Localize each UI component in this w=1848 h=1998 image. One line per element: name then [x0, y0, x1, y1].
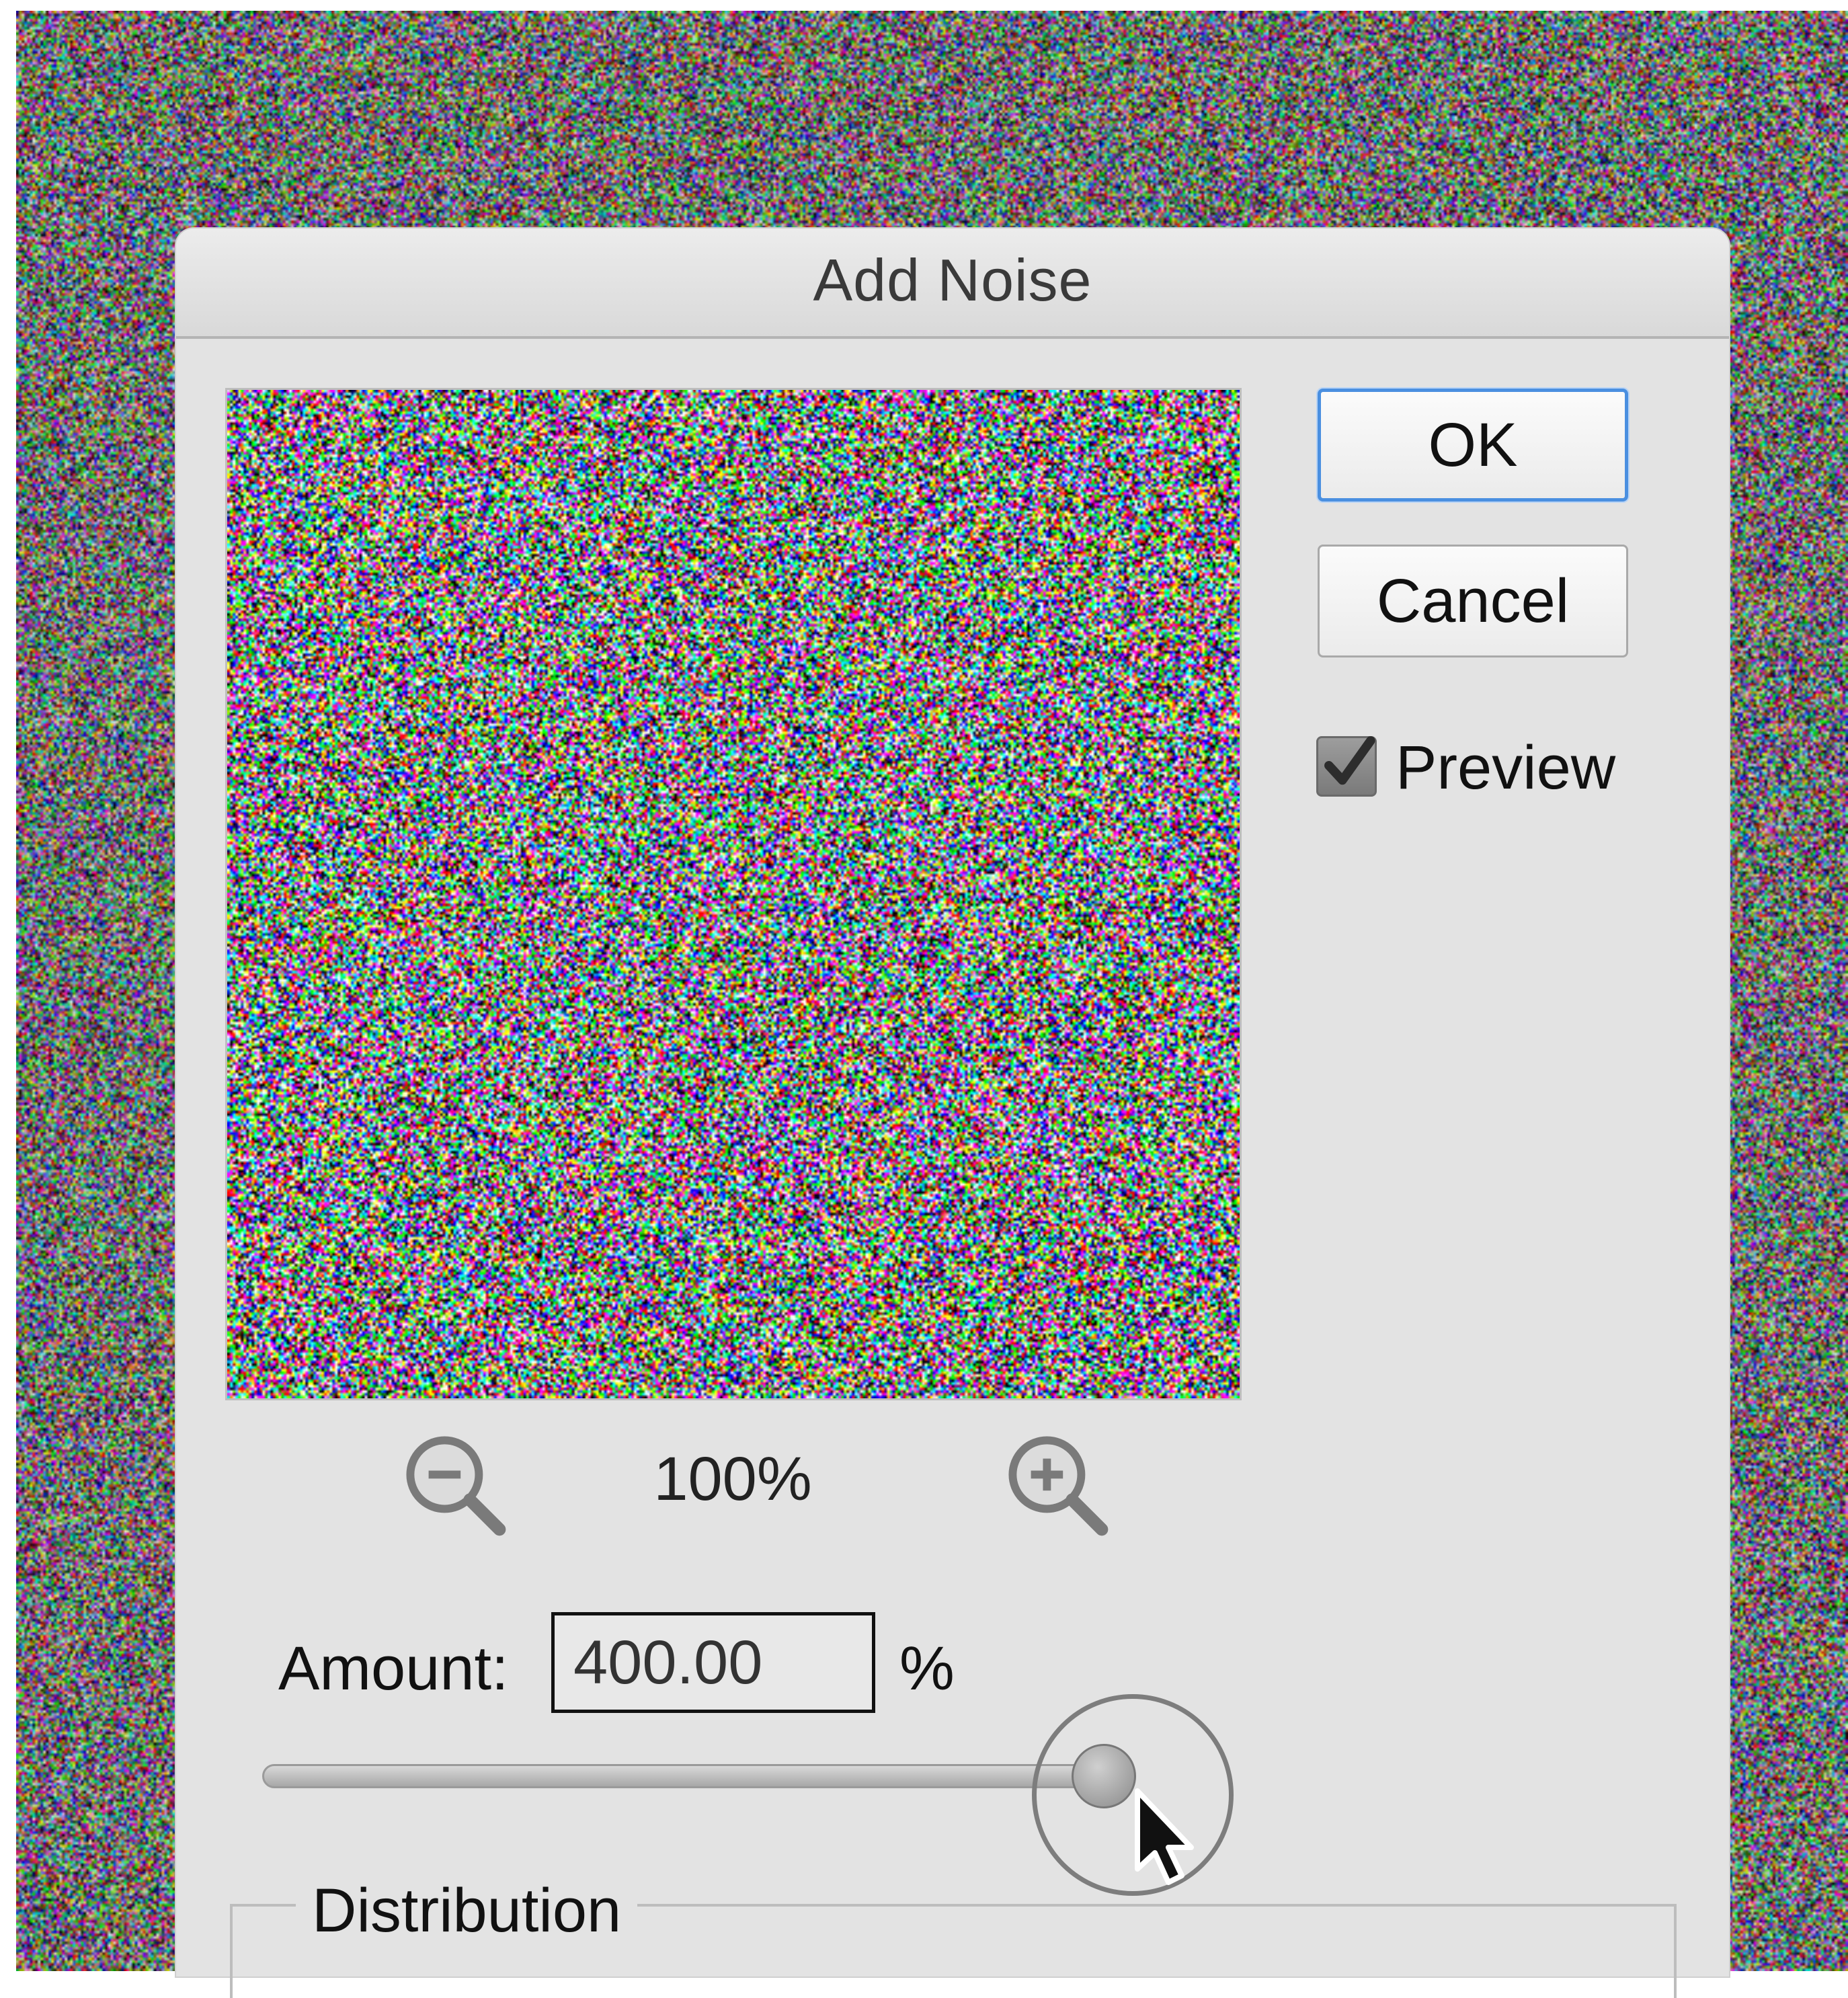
dialog-title: Add Noise — [176, 246, 1729, 315]
distribution-label: Distribution — [296, 1876, 637, 1946]
filter-preview[interactable] — [227, 390, 1240, 1398]
cancel-button[interactable]: Cancel — [1318, 545, 1628, 657]
mouse-pointer-icon — [1132, 1788, 1206, 1889]
ok-button[interactable]: OK — [1318, 389, 1628, 502]
zoom-out-icon[interactable] — [397, 1427, 511, 1541]
dialog-titlebar[interactable]: Add Noise — [176, 229, 1729, 339]
preview-checkbox[interactable] — [1316, 736, 1377, 797]
checkmark-icon — [1321, 734, 1377, 795]
amount-unit: % — [899, 1634, 955, 1704]
amount-slider-track[interactable] — [262, 1764, 1123, 1788]
amount-input[interactable] — [551, 1612, 875, 1713]
zoom-in-icon[interactable] — [999, 1427, 1113, 1541]
amount-label: Amount: — [278, 1634, 509, 1704]
zoom-level: 100% — [592, 1444, 874, 1515]
preview-label: Preview — [1396, 733, 1615, 803]
